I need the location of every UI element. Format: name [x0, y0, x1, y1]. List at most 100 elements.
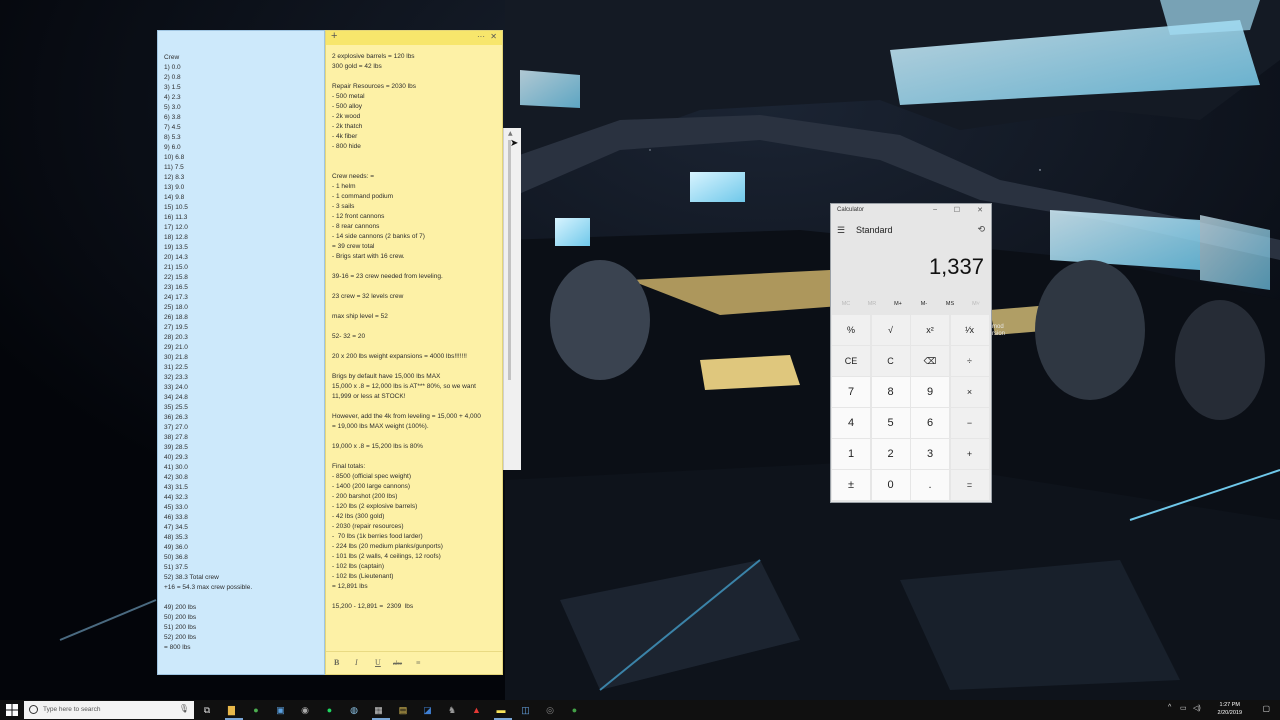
digit-3-button[interactable]: 3: [911, 439, 949, 469]
window-icon[interactable]: ◫: [519, 703, 533, 717]
note-line: - 800 hide: [332, 143, 361, 150]
network-icon[interactable]: ▭: [1180, 704, 1187, 712]
memory-button-m[interactable]: M-: [911, 301, 937, 307]
clear-entry-button[interactable]: CE: [832, 346, 870, 376]
note-line: 18) 12.8: [164, 234, 188, 241]
bullet-list-button[interactable]: ≡: [416, 658, 421, 668]
taskbar-search[interactable]: Type here to search 🎙: [24, 701, 194, 719]
note-line: = 12,891 lbs: [332, 583, 368, 590]
note-line: [332, 152, 496, 162]
calculator-icon[interactable]: ▦: [372, 703, 386, 717]
note-line: 14) 9.8: [164, 194, 185, 201]
note-line: 7) 4.5: [164, 124, 181, 131]
strikethrough-button[interactable]: abc: [393, 659, 402, 669]
digit-8-button[interactable]: 8: [871, 377, 910, 407]
photos-icon[interactable]: ▣: [274, 703, 288, 717]
action-center-icon[interactable]: ▢: [1262, 704, 1270, 713]
note-titlebar[interactable]: + ··· ✕: [326, 31, 502, 45]
subtract-button[interactable]: −: [950, 408, 989, 438]
task-view-icon[interactable]: ⧉: [200, 703, 214, 717]
backspace-button[interactable]: ⌫: [911, 346, 949, 376]
negate-button[interactable]: ±: [832, 470, 870, 500]
note-line: 32) 23.3: [164, 374, 188, 381]
steam-icon[interactable]: ◉: [298, 703, 312, 717]
note-line: 49) 36.0: [164, 544, 188, 551]
chrome-canary-icon[interactable]: ●: [568, 703, 582, 717]
note-line: 21) 15.0: [164, 264, 188, 271]
sticky-note-weights[interactable]: + ··· ✕ 2 explosive barrels = 120 lbs 300…: [325, 30, 503, 675]
scroll-up-icon[interactable]: ▲: [508, 130, 513, 137]
scrollbar-thumb[interactable]: [508, 140, 511, 380]
app-icon[interactable]: ◍: [347, 703, 361, 717]
note-text[interactable]: Crew 1) 0.0 2) 0.8 3) 1.5 4) 2.3 5) 3.0 6) 3.8…: [164, 53, 318, 653]
note-line: 20) 14.3: [164, 254, 188, 261]
outlook-icon[interactable]: ◪: [421, 703, 435, 717]
clear-button[interactable]: C: [871, 346, 910, 376]
close-icon[interactable]: ✕: [490, 32, 497, 42]
tray-chevron-icon[interactable]: ^: [1168, 704, 1171, 711]
digit-4-button[interactable]: 4: [832, 408, 870, 438]
note-line: 15,000 x .8 = 12,000 lbs is AT*** 80%, s…: [332, 383, 476, 390]
note-line: 8) 5.3: [164, 134, 181, 141]
format-bar: B I U abc ≡: [326, 651, 502, 674]
note-line: 51) 37.5: [164, 564, 188, 571]
file-explorer-icon[interactable]: ▇: [225, 703, 239, 717]
history-icon[interactable]: ⟲: [977, 224, 985, 235]
sticky-note-crew[interactable]: Crew 1) 0.0 2) 0.8 3) 1.5 4) 2.3 5) 3.0 6) 3.8…: [157, 30, 325, 675]
digit-1-button[interactable]: 1: [832, 439, 870, 469]
bold-button[interactable]: B: [334, 658, 339, 668]
italic-button[interactable]: I: [355, 658, 358, 668]
windows-start-icon[interactable]: [6, 704, 18, 716]
note-line: max ship level = 52: [332, 313, 388, 320]
digit-6-button[interactable]: 6: [911, 408, 949, 438]
note-line: 31) 22.5: [164, 364, 188, 371]
more-options-icon[interactable]: ···: [477, 32, 485, 42]
digit-7-button[interactable]: 7: [832, 377, 870, 407]
microphone-icon[interactable]: 🎙: [179, 704, 189, 713]
adobe-icon[interactable]: ▲: [470, 703, 484, 717]
note-line: However, add the 4k from leveling = 15,0…: [332, 413, 481, 420]
digit-0-button[interactable]: 0: [871, 470, 910, 500]
maximize-icon[interactable]: ☐: [954, 206, 960, 214]
digit-5-button[interactable]: 5: [871, 408, 910, 438]
note-line: 15) 10.5: [164, 204, 188, 211]
mouse-pointer-icon: ➤: [510, 138, 519, 149]
note-line: 52) 38.3 Total crew: [164, 574, 219, 581]
volume-icon[interactable]: ◁): [1193, 704, 1201, 712]
add-button[interactable]: +: [950, 439, 989, 469]
memory-button-m[interactable]: M+: [885, 301, 911, 307]
minimize-icon[interactable]: –: [933, 206, 937, 213]
note-line: - 4k fiber: [332, 133, 358, 140]
game-icon[interactable]: ♞: [445, 703, 459, 717]
reciprocal-button[interactable]: ¹⁄x: [950, 315, 989, 345]
percent-button[interactable]: %: [832, 315, 870, 345]
desktop-icon-label[interactable]: mod: [992, 324, 1004, 331]
note-line: 25) 18.0: [164, 304, 188, 311]
sticky-notes-icon[interactable]: ▬: [494, 703, 508, 717]
close-icon[interactable]: ✕: [977, 206, 983, 214]
digit-9-button[interactable]: 9: [911, 377, 949, 407]
add-note-icon[interactable]: +: [331, 31, 337, 42]
taskbar-clock[interactable]: 1:27 PM 2/20/2019: [1218, 701, 1242, 717]
hamburger-menu-icon[interactable]: ☰: [837, 225, 845, 236]
digit-2-button[interactable]: 2: [871, 439, 910, 469]
memory-button-ms[interactable]: MS: [937, 301, 963, 307]
notepad-icon[interactable]: ▤: [396, 703, 410, 717]
note-line: 300 gold = 42 lbs: [332, 63, 382, 70]
square-button[interactable]: x²: [911, 315, 949, 345]
calculator-titlebar[interactable]: Calculator – ☐ ✕: [831, 204, 991, 218]
note-line: 3) 1.5: [164, 84, 181, 91]
note-line: [332, 342, 496, 352]
divide-button[interactable]: ÷: [950, 346, 989, 376]
note-text[interactable]: 2 explosive barrels = 120 lbs 300 gold = …: [332, 52, 496, 612]
equals-button[interactable]: =: [950, 470, 989, 500]
square-root-button[interactable]: √: [871, 315, 910, 345]
obs-icon[interactable]: ◎: [543, 703, 557, 717]
multiply-button[interactable]: ×: [950, 377, 989, 407]
underline-button[interactable]: U: [375, 658, 381, 668]
desktop-icon-label[interactable]: rsion: [992, 331, 1005, 338]
spotify-icon[interactable]: ●: [323, 703, 337, 717]
decimal-button[interactable]: .: [911, 470, 949, 500]
chrome-icon[interactable]: ●: [249, 703, 263, 717]
scrollbar[interactable]: ▲: [503, 128, 521, 470]
